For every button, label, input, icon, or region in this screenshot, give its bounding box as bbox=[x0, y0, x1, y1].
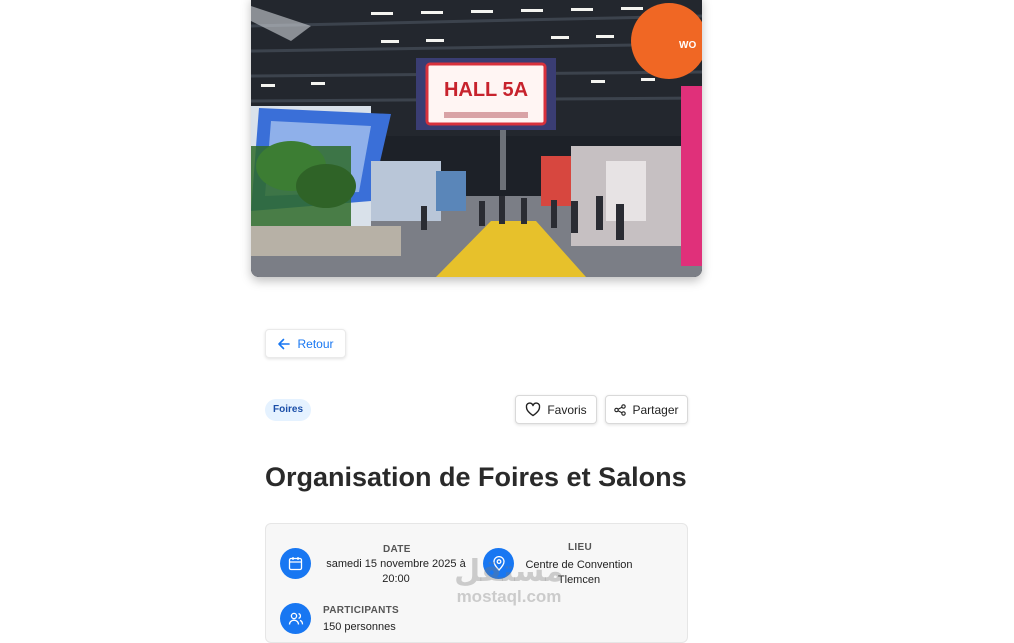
event-title: Organisation de Foires et Salons bbox=[265, 462, 687, 492]
date-value-line2: 20:00 bbox=[382, 573, 410, 585]
back-button-label: Retour bbox=[297, 336, 334, 351]
share-icon bbox=[614, 403, 627, 416]
hall-sign-text: HALL 5A bbox=[444, 79, 528, 101]
date-label: DATE bbox=[383, 544, 411, 555]
event-details-card: DATE samedi 15 novembre 2025 à 20:00 LIE… bbox=[265, 523, 688, 643]
location-value-line2: Tlemcen bbox=[557, 574, 601, 586]
participants-label: PARTICIPANTS bbox=[323, 605, 400, 616]
category-badge: Foires bbox=[265, 399, 312, 421]
favorite-button-label: Favoris bbox=[547, 402, 587, 417]
share-button[interactable]: Partager bbox=[605, 395, 688, 424]
location-value-line1: Centre de Convention bbox=[525, 559, 633, 571]
arrow-left-icon bbox=[278, 338, 291, 349]
balloon-logo-text: WO bbox=[679, 40, 696, 51]
favorite-button[interactable]: Favoris bbox=[515, 395, 597, 424]
location-label: LIEU bbox=[568, 542, 592, 553]
participants-value: 150 personnes bbox=[323, 621, 396, 633]
event-hero-image: HALL 5A WO bbox=[251, 0, 702, 277]
date-value-line1: samedi 15 novembre 2025 à bbox=[326, 558, 466, 570]
participants-icon bbox=[280, 603, 311, 634]
share-button-label: Partager bbox=[632, 402, 679, 417]
location-value: Centre de Convention Tlemcen bbox=[517, 558, 641, 588]
calendar-icon bbox=[280, 548, 311, 579]
heart-icon bbox=[526, 402, 541, 417]
date-value: samedi 15 novembre 2025 à 20:00 bbox=[318, 557, 474, 587]
back-button[interactable]: Retour bbox=[265, 329, 346, 358]
location-pin-icon bbox=[483, 548, 514, 579]
